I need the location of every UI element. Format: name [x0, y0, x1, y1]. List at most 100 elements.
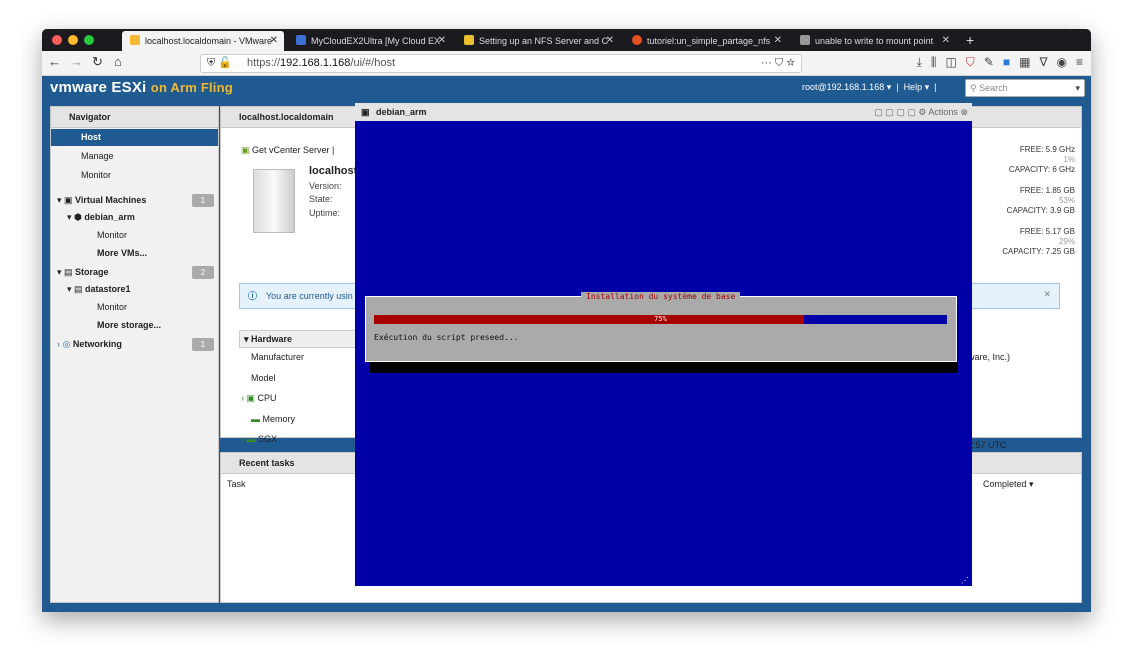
sidebar-item-storage[interactable]: ▾ ▤ Storage 2: [57, 264, 218, 281]
console-titlebar: ▣ debian_arm ▢ ▢ ▢ ▢ ⚙ Actions ⊗: [355, 103, 972, 121]
search-input[interactable]: ⚲ Search ▾: [965, 79, 1085, 97]
url-text: https://192.168.1.168/ui/#/host: [247, 57, 396, 69]
hw-row-memory: ▬ Memory: [251, 414, 295, 424]
close-tab-icon[interactable]: ✕: [942, 31, 950, 51]
tab-title: unable to write to mount point: [815, 36, 934, 46]
close-console-icon[interactable]: ⊗: [960, 107, 968, 117]
ublock-icon[interactable]: ⛉: [966, 55, 975, 69]
forum-favicon-icon: [800, 35, 810, 45]
close-window-icon[interactable]: [52, 35, 62, 45]
column-completed[interactable]: Completed ▾: [983, 479, 1034, 490]
get-vcenter-label: Get vCenter Server: [252, 145, 330, 155]
sidebar-item-debian-arm[interactable]: ▾ ⬢ debian_arm: [67, 209, 135, 226]
sidebar-item-label: Host: [81, 132, 101, 142]
tab-nfs-setup[interactable]: Setting up an NFS Server and C ✕: [456, 31, 620, 51]
reload-icon[interactable]: ↻: [92, 54, 103, 70]
chevron-down-icon[interactable]: ▾: [1075, 80, 1080, 96]
vendor-text: ware, Inc.): [968, 352, 1011, 362]
new-tab-button[interactable]: +: [966, 31, 974, 49]
url-bar[interactable]: ⛨ 🔓 https://192.168.1.168/ui/#/host ··· …: [200, 54, 802, 73]
esxi-logo: vmware ESXi on Arm Fling: [50, 79, 233, 96]
user-menu[interactable]: root@192.168.1.168 ▾: [802, 82, 891, 92]
sidebar-item-label: Virtual Machines: [75, 195, 147, 205]
hw-row-manufacturer: Manufacturer: [251, 352, 305, 362]
library-icon[interactable]: ⫼: [931, 55, 937, 69]
host-panel: localhost.localdomain ▣ Get vCenter Serv…: [220, 106, 365, 444]
home-icon[interactable]: ⌂: [114, 54, 122, 70]
navigator-title: Navigator: [69, 112, 111, 122]
sidebar-item-ds-monitor[interactable]: Monitor: [97, 299, 127, 316]
extension-icon[interactable]: ✎: [984, 55, 994, 69]
installer-dialog-title: Installation du système de base: [581, 292, 741, 301]
hw-row-label: Memory: [262, 414, 296, 424]
sidebar-item-host[interactable]: Host: [51, 129, 218, 146]
memory-free: FREE: 1.85 GB: [1019, 186, 1075, 195]
page-actions-icon[interactable]: ··· ⛉ ☆: [761, 55, 795, 72]
sidebar-item-more-storage[interactable]: More storage...: [97, 317, 161, 334]
tab-mycloud[interactable]: MyCloudEX2Ultra [My Cloud EX ✕: [288, 31, 452, 51]
minimize-window-icon[interactable]: [68, 35, 78, 45]
back-icon[interactable]: ←: [48, 54, 61, 70]
server-icon: [253, 169, 295, 233]
tab-tutoriel[interactable]: tutoriel:un_simple_partage_nfs ✕: [624, 31, 788, 51]
version-label: Version:: [309, 181, 342, 191]
download-icon[interactable]: ⤓: [917, 55, 922, 69]
forward-icon[interactable]: →: [70, 54, 83, 70]
close-tab-icon[interactable]: ✕: [438, 31, 446, 51]
tab-title: tutoriel:un_simple_partage_nfs: [647, 36, 771, 46]
host-name: localhost: [309, 165, 358, 177]
hardware-title: Hardware: [251, 334, 293, 344]
column-task[interactable]: Task: [227, 479, 246, 489]
console-title: debian_arm: [376, 107, 427, 117]
console-actions[interactable]: ▢ ▢ ▢ ▢ ⚙ Actions ⊗: [874, 103, 968, 121]
recent-tasks-title: Recent tasks: [239, 458, 295, 468]
hw-row-sgx[interactable]: › ▬ SGX: [241, 434, 277, 444]
maximize-window-icon[interactable]: [84, 35, 94, 45]
hw-row-cpu[interactable]: › ▣ CPU: [241, 393, 277, 404]
window-controls: [52, 35, 100, 47]
get-vcenter-button[interactable]: ▣ Get vCenter Server |: [241, 145, 334, 156]
resize-handle-icon[interactable]: ⋰: [961, 576, 969, 585]
sidebar-item-vm-monitor[interactable]: Monitor: [97, 227, 127, 244]
sidebar-item-more-vms[interactable]: More VMs...: [97, 245, 147, 262]
account-icon[interactable]: ◉: [1057, 55, 1067, 69]
sidebar-item-label: debian_arm: [84, 212, 135, 222]
cpu-icon: › ▣: [241, 393, 258, 403]
toolbar-icons: ⤓ ⫼ ◫ ⛉ ✎ ■ ▦ ∇ ◉ ≡: [908, 55, 1083, 70]
sidebar-item-monitor[interactable]: Monitor: [81, 167, 111, 184]
storage-capacity: CAPACITY: 7.25 GB: [1002, 247, 1075, 256]
installer-message: Exécution du script preseed...: [374, 333, 519, 342]
hw-row-label: SGX: [258, 434, 278, 444]
collapse-icon: ▾: [244, 334, 252, 344]
pocket-icon[interactable]: ∇: [1039, 55, 1047, 69]
sidebar-item-label: Networking: [72, 339, 122, 349]
vm-console-window[interactable]: ▣ debian_arm ▢ ▢ ▢ ▢ ⚙ Actions ⊗ Install…: [355, 103, 972, 586]
sidebar-item-networking[interactable]: › ◎ Networking 1: [57, 336, 218, 353]
console-window-icons[interactable]: ▢ ▢ ▢ ▢ ⚙: [874, 107, 926, 117]
uptime-label: Uptime:: [309, 208, 341, 218]
menu-icon[interactable]: ≡: [1076, 55, 1083, 69]
shield-lock-icon[interactable]: ⛨ 🔓: [207, 55, 232, 72]
header-user-menu[interactable]: root@192.168.1.168 ▾ | Help ▾ |: [802, 82, 936, 93]
tab-vmware[interactable]: localhost.localdomain - VMware ✕: [122, 31, 284, 51]
hw-row-model: Model: [251, 373, 276, 383]
sidebar-item-datastore1[interactable]: ▾ ▤ datastore1: [67, 281, 131, 298]
vcenter-icon: ▣: [241, 145, 253, 155]
help-menu[interactable]: Help ▾: [904, 82, 930, 92]
sidebar-item-manage[interactable]: Manage: [81, 148, 114, 165]
sidebar-icon[interactable]: ◫: [945, 55, 956, 69]
hardware-header[interactable]: ▾ Hardware: [239, 330, 365, 348]
grid-icon[interactable]: ▦: [1019, 55, 1030, 69]
console-icon: ▣: [361, 107, 370, 117]
resources-panel: FREE: 5.9 GHz 1% CAPACITY: 6 GHz FREE: 1…: [967, 106, 1082, 450]
sidebar-item-virtual-machines[interactable]: ▾ ▣ Virtual Machines 1: [57, 192, 218, 209]
tab-mount-point[interactable]: unable to write to mount point ✕: [792, 31, 956, 51]
expand-icon[interactable]: ▾ ▣: [57, 195, 75, 205]
vmware-favicon-icon: [130, 35, 140, 45]
close-banner-icon[interactable]: ✕: [1043, 289, 1051, 300]
close-tab-icon[interactable]: ✕: [606, 31, 614, 51]
installer-dialog: Installation du système de base 75% Exéc…: [365, 292, 957, 362]
close-tab-icon[interactable]: ✕: [270, 31, 278, 51]
close-tab-icon[interactable]: ✕: [774, 31, 782, 51]
extension-blue-icon[interactable]: ■: [1003, 55, 1010, 69]
